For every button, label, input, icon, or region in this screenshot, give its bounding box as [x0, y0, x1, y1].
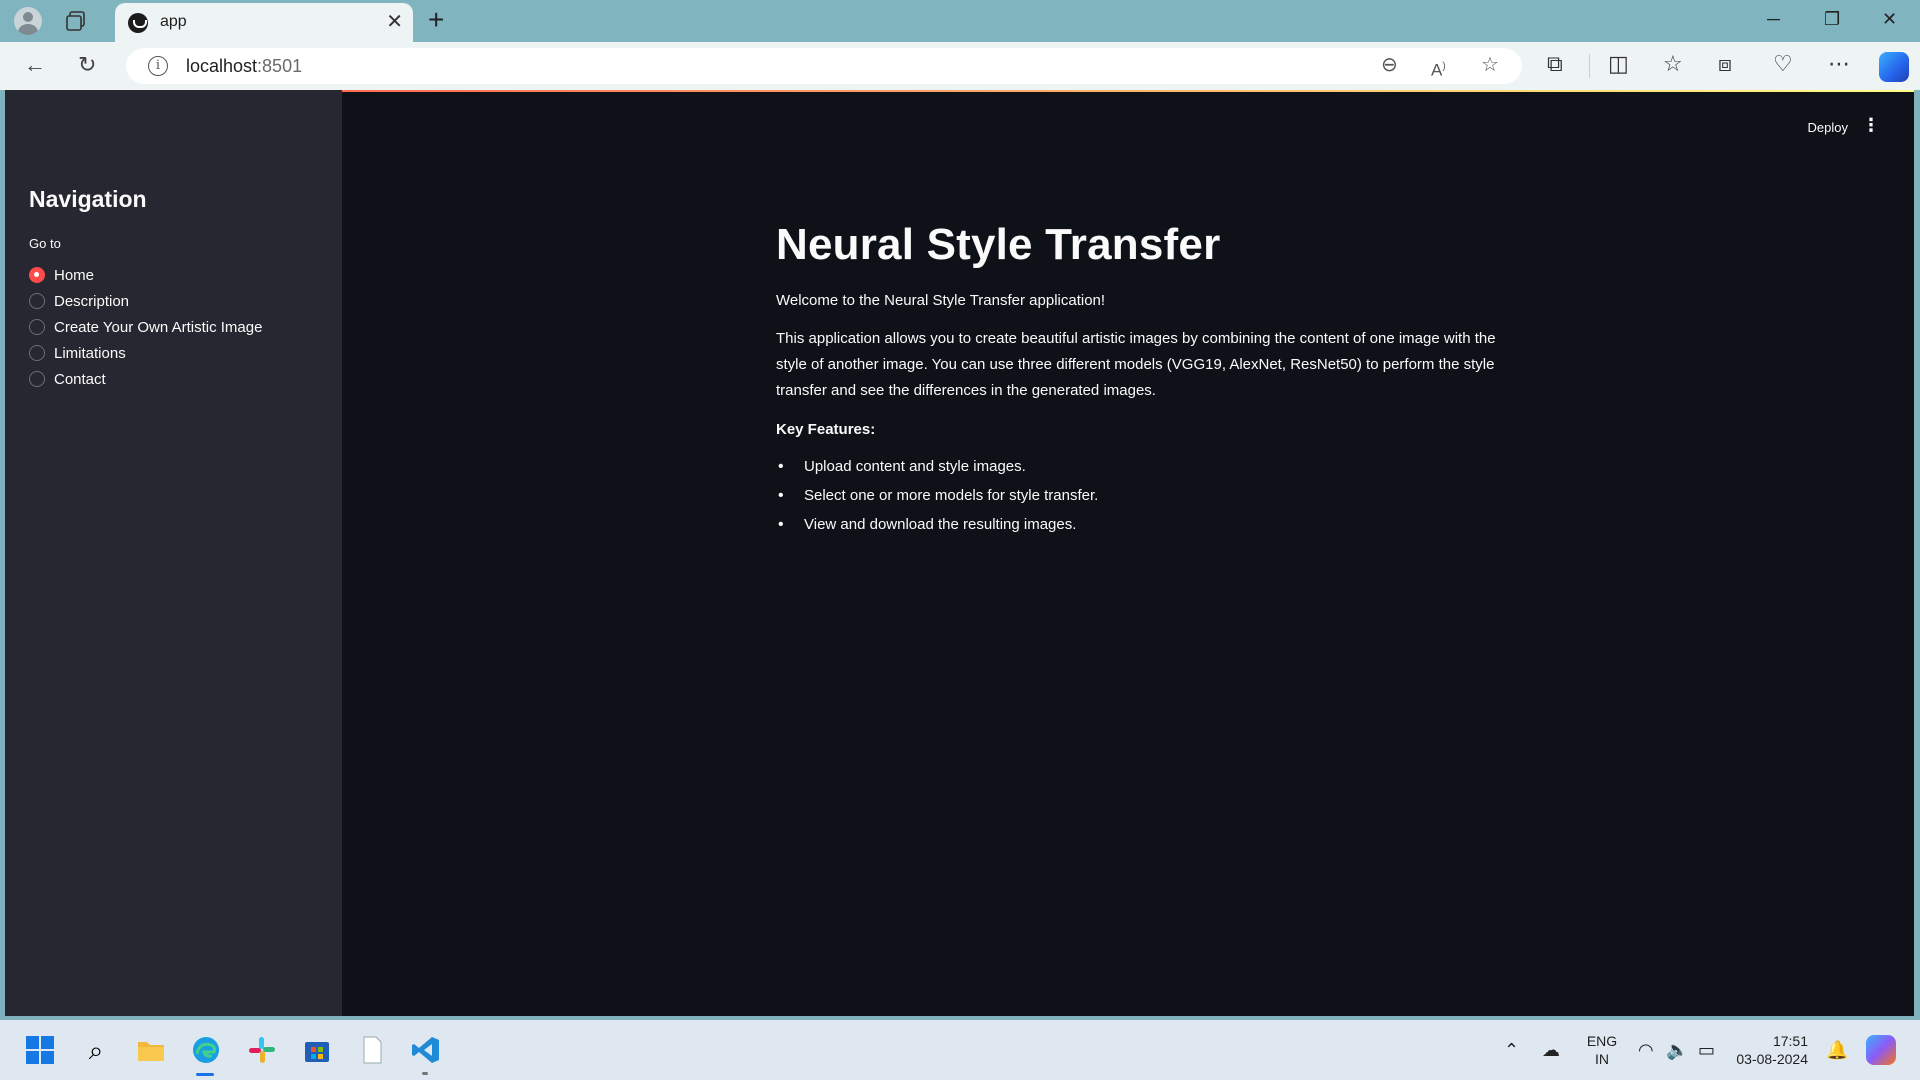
url-text[interactable]: localhost:8501	[186, 56, 302, 77]
radio-option-create[interactable]: Create Your Own Artistic Image	[29, 314, 262, 340]
active-app-indicator	[196, 1073, 214, 1076]
language-code: ENG	[1586, 1033, 1618, 1049]
radio-group-label: Go to	[29, 236, 61, 251]
zoom-out-icon[interactable]: ⊖	[1381, 54, 1398, 76]
main-menu-icon[interactable]: ⋮	[1862, 116, 1880, 134]
radio-button-selected-icon[interactable]	[29, 267, 45, 283]
description-text: This application allows you to create be…	[776, 330, 1496, 399]
radio-option-label[interactable]: Home	[54, 267, 94, 284]
notepad-icon[interactable]	[356, 1034, 388, 1066]
app-viewport: Navigation Go to Home Description Create…	[5, 90, 1914, 1016]
list-item: Select one or more models for style tran…	[778, 481, 1496, 510]
streamlit-favicon-icon	[128, 13, 148, 33]
favorite-star-icon[interactable]: ☆	[1481, 54, 1499, 76]
radio-button-icon[interactable]	[29, 371, 45, 387]
volume-icon[interactable]: 🔈	[1666, 1040, 1688, 1060]
split-screen-icon[interactable]: ◫	[1608, 52, 1629, 76]
url-port: :8501	[257, 56, 303, 76]
clock-date: 03-08-2024	[1736, 1051, 1808, 1067]
clock-time: 17:51	[1772, 1033, 1808, 1049]
toolbar-divider	[1589, 54, 1590, 78]
sidebar: Navigation Go to Home Description Create…	[5, 90, 342, 1016]
copilot-icon[interactable]	[1879, 52, 1909, 82]
search-icon[interactable]: ⌕	[80, 1034, 112, 1066]
browser-essentials-icon[interactable]: ♡	[1773, 52, 1793, 76]
slack-icon[interactable]	[246, 1034, 278, 1066]
more-menu-icon[interactable]: ⋯	[1828, 52, 1850, 76]
read-aloud-icon[interactable]: A)	[1431, 56, 1446, 82]
url-host: localhost	[186, 56, 258, 76]
microsoft-store-icon[interactable]	[301, 1034, 333, 1066]
browser-tab-strip: app ✕ + ─ ❐ ✕	[0, 0, 1920, 43]
vscode-icon[interactable]	[410, 1034, 442, 1066]
onedrive-offline-icon[interactable]: ☁	[1542, 1040, 1560, 1060]
restore-icon[interactable]: ❐	[1824, 9, 1840, 29]
close-tab-icon[interactable]: ✕	[386, 12, 403, 32]
close-window-icon[interactable]: ✕	[1882, 9, 1897, 29]
tab-title: app	[160, 13, 187, 30]
radio-option-label[interactable]: Description	[54, 293, 129, 310]
navigation-radio-group: Home Description Create Your Own Artisti…	[29, 262, 262, 392]
favorites-icon[interactable]: ☆	[1663, 52, 1683, 76]
show-hidden-icons-chevron-icon[interactable]: ⌃	[1504, 1040, 1519, 1060]
new-tab-icon[interactable]: +	[428, 6, 444, 34]
browser-toolbar: ← ↻ i localhost:8501 ⊖ A) ☆ ⧉ ◫ ☆ ⧈ ♡ ⋯	[0, 42, 1920, 90]
address-bar[interactable]: i localhost:8501 ⊖ A) ☆	[126, 48, 1522, 84]
language-indicator[interactable]: ENG IN	[1584, 1032, 1620, 1068]
region-code: IN	[1595, 1051, 1609, 1067]
extensions-icon[interactable]: ⧉	[1547, 52, 1563, 76]
profile-avatar-icon[interactable]	[14, 7, 42, 35]
tab-actions-icon[interactable]	[64, 9, 90, 33]
radio-option-label[interactable]: Limitations	[54, 345, 126, 362]
radio-option-description[interactable]: Description	[29, 288, 262, 314]
wifi-icon[interactable]: ◠	[1638, 1040, 1654, 1060]
main-content: Neural Style Transfer Welcome to the Neu…	[776, 218, 1496, 539]
edge-browser-icon[interactable]	[190, 1034, 222, 1066]
battery-icon[interactable]: ▭	[1698, 1040, 1715, 1060]
browser-tab-active[interactable]: app ✕	[115, 3, 413, 43]
radio-option-limitations[interactable]: Limitations	[29, 340, 262, 366]
clock[interactable]: 17:51 03-08-2024	[1736, 1032, 1808, 1068]
welcome-text: Welcome to the Neural Style Transfer app…	[776, 292, 1106, 309]
back-icon[interactable]: ←	[24, 54, 46, 76]
sidebar-title: Navigation	[29, 186, 147, 212]
running-app-indicator	[422, 1072, 428, 1075]
notifications-bell-icon[interactable]: 🔔	[1826, 1040, 1848, 1060]
deploy-button[interactable]: Deploy	[1804, 114, 1852, 141]
windows-taskbar: ⌕ ⌃ ☁ ENG IN ◠ 🔈 ▭ 17:51 03-08-2024 🔔	[0, 1020, 1920, 1080]
list-item: View and download the resulting images.	[778, 510, 1496, 539]
app-header-actions: Deploy ⋮	[1614, 90, 1914, 150]
site-info-icon[interactable]: i	[148, 56, 168, 76]
radio-option-label[interactable]: Create Your Own Artistic Image	[54, 319, 262, 336]
file-explorer-icon[interactable]	[135, 1034, 167, 1066]
radio-button-icon[interactable]	[29, 345, 45, 361]
collections-icon[interactable]: ⧈	[1718, 52, 1732, 76]
refresh-icon[interactable]: ↻	[78, 54, 96, 76]
minimize-icon[interactable]: ─	[1767, 9, 1780, 29]
features-list: Upload content and style images. Select …	[776, 452, 1496, 539]
radio-button-icon[interactable]	[29, 293, 45, 309]
radio-option-contact[interactable]: Contact	[29, 366, 262, 392]
page-title: Neural Style Transfer	[776, 220, 1221, 269]
radio-option-label[interactable]: Contact	[54, 371, 106, 388]
radio-option-home[interactable]: Home	[29, 262, 262, 288]
windows-start-icon[interactable]	[24, 1034, 56, 1066]
key-features-heading: Key Features:	[776, 421, 876, 438]
copilot-taskbar-icon[interactable]	[1866, 1035, 1896, 1065]
radio-button-icon[interactable]	[29, 319, 45, 335]
list-item: Upload content and style images.	[778, 452, 1496, 481]
